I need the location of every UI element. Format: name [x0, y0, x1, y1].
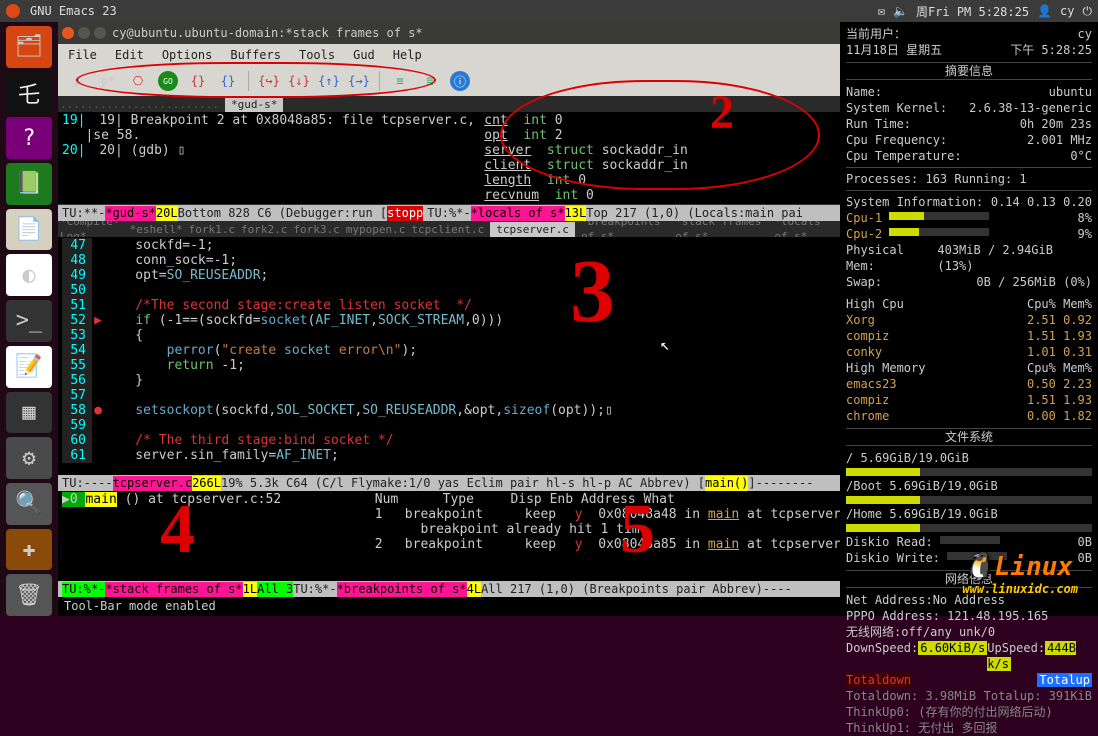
conky-panel: 当前用户：cy11月18日 星期五下午 5:28:25摘要信息Name:ubun… — [840, 22, 1098, 616]
gdb-tabs: ........................ *gud-s* — [58, 96, 840, 112]
emacs-menubar: File Edit Options Buffers Tools Gud Help — [58, 44, 840, 66]
window-close-icon[interactable] — [62, 27, 74, 39]
tab-src[interactable]: *breakpoints of s* — [581, 221, 669, 237]
ubuntu-logo-icon — [6, 4, 20, 18]
menu-tools[interactable]: Tools — [299, 48, 335, 62]
tool-step-out-icon[interactable]: {↑} — [319, 71, 339, 91]
pane-locals[interactable]: cnt int 0opt int 2server struct sockaddr… — [480, 112, 840, 204]
gdb-line: |se 58. — [62, 128, 140, 143]
source-tabs: *Compile-Log* *eshell* fork1.c fork2.c fork3… — [58, 221, 840, 237]
unity-launcher: 🗂 乇 ? 📗 📄 ◐ >_ 📝 ▦ ⚙ 🔍 ✚ 🗑 — [0, 22, 58, 616]
launcher-workspaces[interactable]: ▦ — [6, 392, 52, 434]
tab-src[interactable]: tcpclient.c — [411, 222, 484, 237]
power-icon[interactable]: ⏻ — [1083, 4, 1093, 19]
launcher-settings[interactable]: ⚙ — [6, 437, 52, 479]
tool-info-icon[interactable]: ⓘ — [450, 71, 470, 91]
tab-src[interactable]: *eshell* — [130, 222, 183, 237]
user-name[interactable]: cy — [1060, 4, 1074, 18]
window-title: cy@ubuntu.ubuntu-domain:*stack frames of… — [112, 26, 423, 40]
launcher-help[interactable]: ? — [6, 117, 52, 159]
launcher-apps[interactable]: ✚ — [6, 529, 52, 571]
watermark: 🐧Linuxwww.linuxidc.com — [962, 551, 1078, 596]
sound-icon[interactable]: 🔈 — [893, 4, 908, 18]
launcher-trash[interactable]: 🗑 — [6, 574, 52, 616]
emacs-titlebar[interactable]: cy@ubuntu.ubuntu-domain:*stack frames of… — [58, 22, 840, 44]
tab-src[interactable]: mypopen.c — [346, 222, 406, 237]
tool-go-icon[interactable]: GO — [158, 71, 178, 91]
menu-buffers[interactable]: Buffers — [230, 48, 281, 62]
launcher-chrome[interactable]: ◐ — [6, 254, 52, 296]
modeline-bottom: TU:%*- *stack frames of s* 1L All 3 TU:%… — [58, 581, 840, 597]
modeline-gdb: TU:**- *gud-s* 20L Bottom 828 C6 (Debugg… — [58, 205, 840, 221]
pane-breakpoints[interactable]: Num Type Disp Enb Address What1breakpoin… — [371, 491, 840, 581]
mail-icon[interactable]: ✉ — [878, 4, 885, 18]
menu-help[interactable]: Help — [393, 48, 422, 62]
launcher-search[interactable]: 🔍 — [6, 483, 52, 525]
pane-stack-frames[interactable]: ▶0 main () at tcpserver.c:52 — [58, 491, 371, 581]
tab-src-active[interactable]: tcpserver.c — [490, 222, 575, 237]
tab-src[interactable]: *locals of s* — [774, 221, 838, 237]
clock[interactable]: 周Fri PM 5:28:25 — [916, 3, 1029, 20]
active-app-title: GNU Emacs 23 — [30, 4, 117, 18]
mouse-cursor-icon: ↖ — [660, 335, 670, 354]
pane-gdb[interactable]: 19| 19| Breakpoint 2 at 0x8048a85: file … — [58, 112, 480, 204]
window-max-icon[interactable] — [94, 27, 106, 39]
tool-cont-icon[interactable]: {→} — [349, 71, 369, 91]
system-topbar: GNU Emacs 23 ✉ 🔈 周Fri PM 5:28:25 👤 cy ⏻ — [0, 0, 1098, 22]
menu-file[interactable]: File — [68, 48, 97, 62]
tool-p[interactable]: p — [68, 71, 88, 91]
gdb-prompt[interactable]: 20| (gdb) ▯ — [99, 143, 185, 158]
emacs-window: cy@ubuntu.ubuntu-domain:*stack frames of… — [58, 22, 840, 616]
tool-brace-l-icon[interactable]: {} — [188, 71, 208, 91]
menu-edit[interactable]: Edit — [115, 48, 144, 62]
tab-gud[interactable]: *gud-s* — [225, 97, 283, 112]
toolbar-sep — [248, 71, 249, 91]
window-min-icon[interactable] — [78, 27, 90, 39]
tab-src[interactable]: fork3.c — [293, 222, 339, 237]
tool-stack1-icon[interactable]: ≡ — [390, 71, 410, 91]
toolbar-sep2 — [379, 71, 380, 91]
user-icon: 👤 — [1037, 4, 1052, 18]
minibuffer[interactable]: Tool-Bar mode enabled — [58, 597, 840, 616]
gdb-line: 19| Breakpoint 2 at 0x8048a85: file tcps… — [99, 113, 480, 128]
launcher-terminal[interactable]: >_ — [6, 300, 52, 342]
launcher-docs[interactable]: 📄 — [6, 209, 52, 251]
emacs-toolbar: p p* ⎔ GO {} {} {↪} {↓} {↑} {→} ≡ ≣ ⓘ — [58, 66, 840, 96]
tab-src[interactable]: *Compile-Log* — [60, 221, 124, 237]
tab-src[interactable]: fork2.c — [241, 222, 287, 237]
tool-stop-icon[interactable]: ⎔ — [128, 71, 148, 91]
modeline-source: TU:---- tcpserver.c 266L 19% 5.3k C64 (C… — [58, 475, 840, 491]
launcher-text[interactable]: 📝 — [6, 346, 52, 388]
launcher-books[interactable]: 📗 — [6, 163, 52, 205]
menu-options[interactable]: Options — [162, 48, 213, 62]
tool-brace-r-icon[interactable]: {} — [218, 71, 238, 91]
tool-step-over-icon[interactable]: {↪} — [259, 71, 279, 91]
tool-pstar[interactable]: p* — [98, 71, 118, 91]
menu-gud[interactable]: Gud — [353, 48, 375, 62]
tool-stack2-icon[interactable]: ≣ — [420, 71, 440, 91]
tab-src[interactable]: fork1.c — [189, 222, 235, 237]
tool-step-into-icon[interactable]: {↓} — [289, 71, 309, 91]
launcher-emacs[interactable]: 乇 — [6, 72, 52, 114]
launcher-files[interactable]: 🗂 — [6, 26, 52, 68]
tab-src[interactable]: *stack frames of s* — [675, 221, 768, 237]
pane-source[interactable]: 47 sockfd=-1;48 conn_sock=-1;49 opt=SO_R… — [58, 237, 840, 475]
